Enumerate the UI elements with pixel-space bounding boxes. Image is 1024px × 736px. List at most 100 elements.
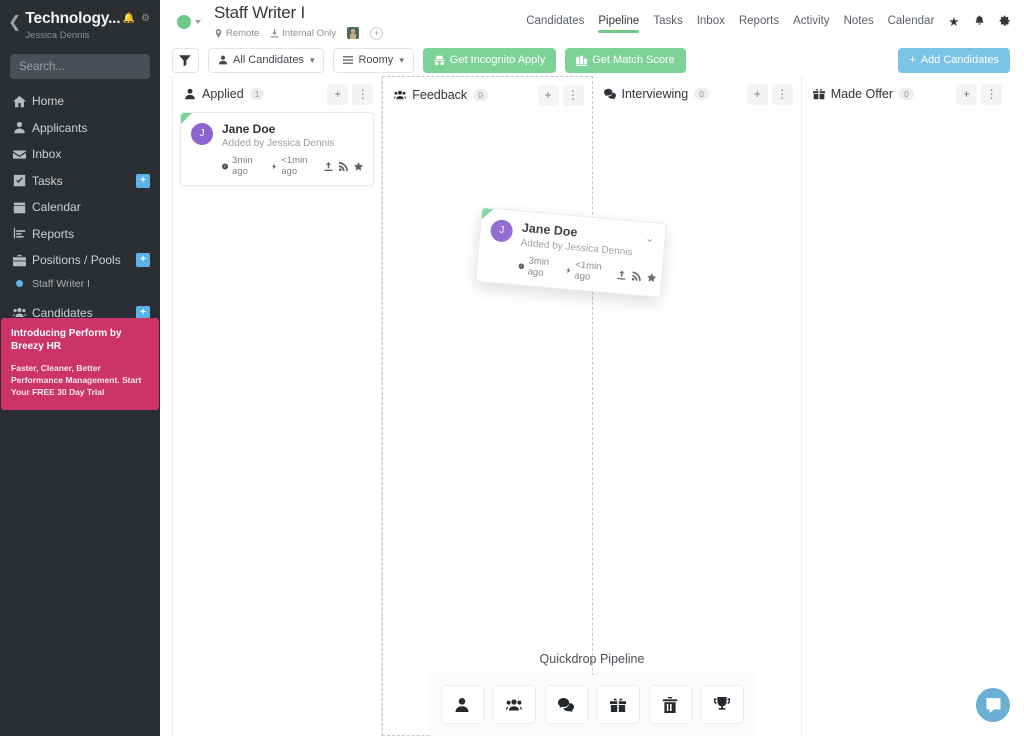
column-title: Made Offer <box>830 87 894 101</box>
sidebar-item-calendar[interactable]: Calendar <box>0 194 160 221</box>
density-dropdown[interactable]: Roomy ▾ <box>333 47 414 73</box>
signal-icon[interactable] <box>339 161 349 171</box>
sidebar-badge-add[interactable]: + <box>136 253 150 268</box>
tab-tasks[interactable]: Tasks <box>653 15 682 30</box>
job-info: Staff Writer I Remote Internal Only + <box>214 3 384 40</box>
get-incognito-apply-button[interactable]: Get Incognito Apply <box>422 47 557 73</box>
sidebar-item-applicants[interactable]: Applicants <box>0 115 160 142</box>
status-dot-icon <box>177 15 191 29</box>
tab-pipeline[interactable]: Pipeline <box>598 15 639 33</box>
bell-icon[interactable] <box>974 15 985 29</box>
quickdrop-interviewing-button[interactable] <box>544 685 588 724</box>
column-count: 0 <box>899 88 914 100</box>
column-menu-button[interactable]: ⋮ <box>562 84 584 106</box>
candidate-activity-label: <1min ago <box>281 155 308 178</box>
add-person-button[interactable]: + <box>370 26 384 40</box>
tab-notes[interactable]: Notes <box>844 15 874 30</box>
download-icon <box>270 28 279 38</box>
job-visibility[interactable]: Internal Only <box>270 28 336 39</box>
column-body[interactable] <box>802 112 1010 736</box>
person-icon <box>218 55 228 65</box>
gear-icon[interactable]: ⚙ <box>141 14 150 24</box>
home-icon <box>13 95 32 108</box>
column-body[interactable] <box>383 113 591 735</box>
promo-banner[interactable]: Introducing Perform by Breezy HR Faster,… <box>1 318 159 411</box>
sidebar-item-positions-pools[interactable]: Positions / Pools + <box>0 247 160 274</box>
trash-icon <box>662 696 678 713</box>
back-chevron-icon[interactable]: ❮ <box>6 9 25 31</box>
job-location-label: Remote <box>226 27 260 39</box>
column-menu-button[interactable]: ⋮ <box>981 83 1002 105</box>
quickdrop-made-offer-button[interactable] <box>596 685 640 724</box>
column-title: Interviewing <box>621 87 689 101</box>
app-root: ❮ Technology... Jessica Dennis 🔔 ⚙ Searc… <box>0 0 1024 736</box>
job-meta: Remote Internal Only + <box>214 26 384 40</box>
pipeline-column-feedback[interactable]: Feedback 0 + ⋮ <box>382 76 593 736</box>
tab-inbox[interactable]: Inbox <box>697 15 725 30</box>
candidate-card[interactable]: J Jane Doe Added by Jessica Dennis 3min … <box>180 112 375 187</box>
sidebar-item-home[interactable]: Home <box>0 88 160 115</box>
density-label: Roomy <box>358 54 394 66</box>
sidebar-item-label: Tasks <box>32 173 63 188</box>
column-add-button[interactable]: + <box>537 84 559 106</box>
sidebar-item-tasks[interactable]: Tasks + <box>0 168 160 195</box>
calendar-icon <box>13 201 32 214</box>
tab-calendar[interactable]: Calendar <box>888 15 935 30</box>
sidebar-badge-add[interactable]: + <box>136 173 150 188</box>
page-header: Staff Writer I Remote Internal Only + Ca… <box>160 0 1024 44</box>
quickdrop-hired-button[interactable] <box>700 685 744 724</box>
column-add-button[interactable]: + <box>327 83 349 105</box>
column-menu-button[interactable]: ⋮ <box>771 83 793 105</box>
sidebar-header-icons: 🔔 ⚙ <box>123 9 152 24</box>
avatar[interactable] <box>347 27 360 40</box>
candidates-filter-dropdown[interactable]: All Candidates ▾ <box>208 47 325 73</box>
column-menu-button[interactable]: ⋮ <box>352 83 374 105</box>
upload-icon[interactable] <box>324 161 333 171</box>
pipeline-column-applied[interactable]: Applied 1 + ⋮ J Jane Doe Added by Jessic… <box>172 76 383 736</box>
bar-chart-icon <box>13 227 32 240</box>
candidates-filter-label: All Candidates <box>233 54 304 66</box>
star-icon[interactable] <box>354 161 364 171</box>
sidebar-item-inbox[interactable]: Inbox <box>0 141 160 168</box>
gift-icon <box>610 698 626 712</box>
tab-candidates[interactable]: Candidates <box>526 15 584 30</box>
pipeline-column-made-offer[interactable]: Made Offer 0 + ⋮ <box>801 76 1010 736</box>
filter-button[interactable] <box>172 47 199 73</box>
status-dot-icon <box>16 280 23 287</box>
column-count: 0 <box>694 88 709 100</box>
column-add-button[interactable]: + <box>746 83 768 105</box>
bell-icon[interactable]: 🔔 <box>123 14 135 24</box>
quickdrop-delete-button[interactable] <box>648 685 692 724</box>
column-add-button[interactable]: + <box>956 83 977 105</box>
column-body[interactable] <box>593 112 801 736</box>
star-icon[interactable]: ★ <box>948 16 959 29</box>
get-match-score-button[interactable]: Get Match Score <box>565 47 686 73</box>
board-toolbar: All Candidates ▾ Roomy ▾ Get Incognito A… <box>160 44 1024 76</box>
briefcase-icon <box>13 254 32 267</box>
sidebar-subitem-label: Staff Writer I <box>32 277 90 290</box>
pipeline-column-interviewing[interactable]: Interviewing 0 + ⋮ <box>592 76 802 736</box>
tab-reports[interactable]: Reports <box>739 15 779 30</box>
add-candidates-button[interactable]: + Add Candidates <box>898 47 1010 73</box>
sidebar-header: ❮ Technology... Jessica Dennis 🔔 ⚙ <box>0 0 160 41</box>
quickdrop-bar <box>429 675 755 736</box>
location-pin-icon <box>215 28 222 38</box>
quickdrop-applied-button[interactable] <box>440 685 484 724</box>
search-placeholder: Search... <box>19 60 66 73</box>
job-status-selector[interactable] <box>172 11 206 33</box>
sidebar-item-reports[interactable]: Reports <box>0 221 160 248</box>
tab-activity[interactable]: Activity <box>793 15 829 30</box>
sidebar-item-label: Calendar <box>32 200 81 215</box>
top-nav: Candidates Pipeline Tasks Inbox Reports … <box>526 15 1011 33</box>
search-input[interactable]: Search... <box>10 54 150 79</box>
job-visibility-label: Internal Only <box>282 27 337 39</box>
candidate-card-footer: 3min ago <1min ago <box>222 155 364 178</box>
chat-widget-button[interactable] <box>976 688 1010 722</box>
sidebar-item-staff-writer[interactable]: Staff Writer I <box>0 274 160 294</box>
column-body[interactable]: J Jane Doe Added by Jessica Dennis 3min … <box>173 112 381 736</box>
gear-icon[interactable] <box>999 15 1011 29</box>
page-title: Staff Writer I <box>214 3 306 23</box>
job-location[interactable]: Remote <box>214 28 259 39</box>
quickdrop-feedback-button[interactable] <box>492 685 536 724</box>
people-icon <box>506 698 522 710</box>
